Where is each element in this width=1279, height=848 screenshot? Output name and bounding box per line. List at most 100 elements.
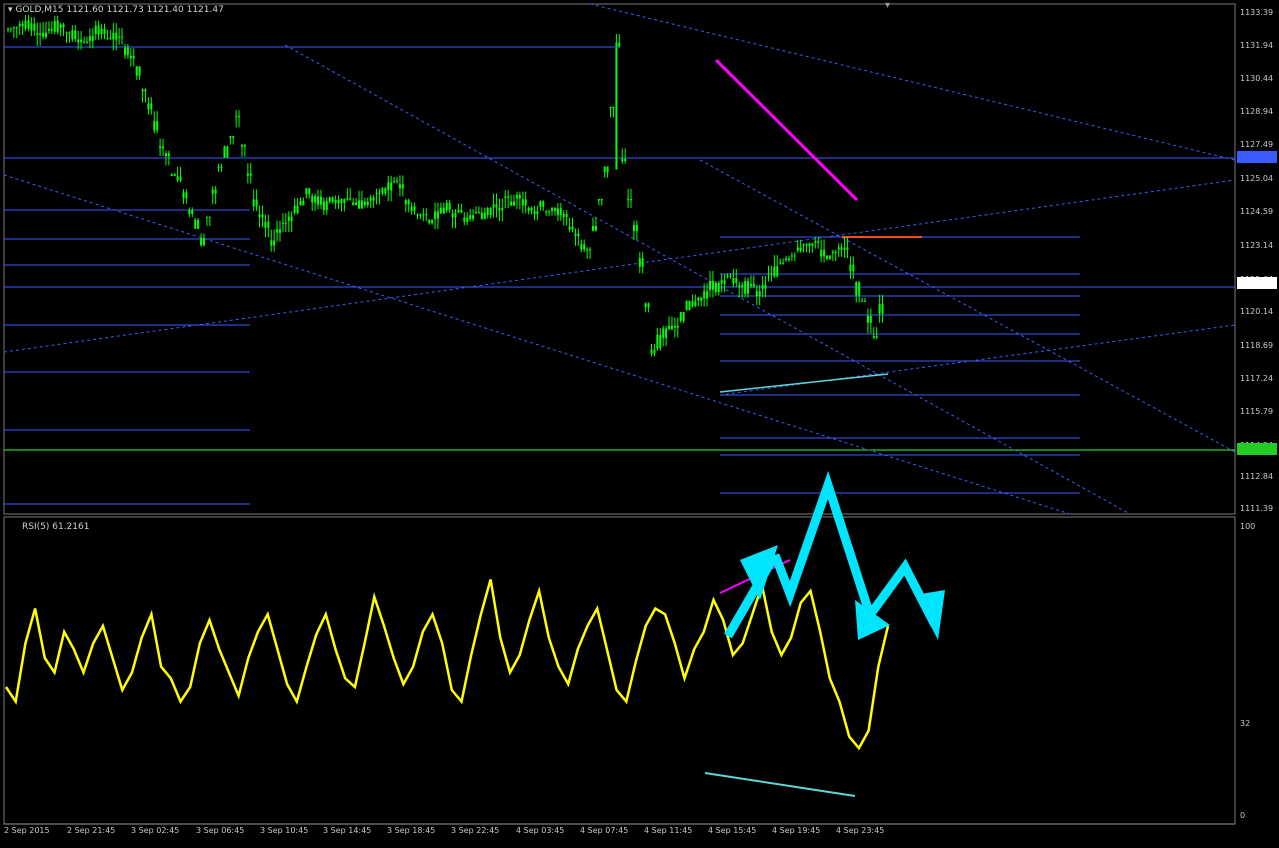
candle-body [864,300,866,302]
candle-body [261,214,264,218]
candle-body [299,200,302,206]
price-tick-label: 1124.59 [1240,207,1274,216]
candle-body [577,233,580,237]
candle-body [685,300,688,311]
rsi-axis[interactable]: 100 32 0 [1236,517,1279,824]
candle-body [656,334,659,349]
candle-body [112,32,115,40]
candle-body [574,233,577,237]
candle-body [594,226,597,231]
candle-body [463,217,466,222]
candle-body [118,36,121,38]
candle-body [223,146,226,158]
price-axis[interactable]: 1133.39 1131.94 1130.44 1128.94 1127.49 1125.… [1236,0,1279,516]
current-price-tag[interactable] [1237,277,1277,289]
candle-body [141,89,144,92]
candle-body [144,89,147,92]
candle-body [600,198,603,201]
candle-body [83,41,86,43]
candle-body [281,223,284,225]
candle-body [109,38,112,40]
time-tick-label: 2 Sep 2015 [4,826,50,835]
time-tick-label: 4 Sep 23:45 [836,826,885,835]
green-level-price-tag[interactable] [1237,443,1277,455]
candle-body [436,211,439,219]
candle-body [62,24,65,28]
time-tick-label: 4 Sep 15:45 [708,826,757,835]
candle-body [597,198,600,201]
candle-body [279,229,281,233]
time-axis[interactable]: 2 Sep 2015 2 Sep 21:45 3 Sep 02:45 3 Sep 06… [0,825,1236,844]
candle-body [88,36,91,41]
candle-body [138,66,141,76]
candle-body [296,205,299,213]
candle-body [670,325,673,330]
candle-body [527,207,530,211]
candle-body [565,214,568,218]
candle-body [706,291,709,299]
candle-body [536,211,539,215]
candle-body [220,166,223,168]
candle-body [787,258,790,261]
rsi-panel-frame [3,516,1236,825]
candle-body [21,23,24,27]
candle-body [45,32,47,37]
candle-body [714,282,717,293]
rsi-series [4,579,890,751]
chart-canvas[interactable] [0,0,1279,844]
fibonacci-lines [4,46,1235,505]
candle-body [814,241,817,243]
price-tick-label: 1111.39 [1240,504,1274,513]
candle-body [668,325,671,330]
candle-body [208,216,211,218]
candle-body [302,200,305,206]
candle-body [738,285,741,288]
candle-body [881,303,884,314]
candle-body [273,240,276,246]
candle-body [773,266,776,277]
time-tick-label: 3 Sep 10:45 [260,826,309,835]
candle-body [387,182,390,191]
close-icon[interactable]: ▾ [885,0,890,11]
candle-body [243,145,246,147]
candle-body [460,209,463,213]
ohlc-values: 1121.60 1121.73 1121.40 1121.47 [66,5,224,15]
candle-body [562,214,565,218]
candle-body [346,198,349,200]
price-tick-label: 1131.94 [1240,41,1274,50]
candle-body [489,207,492,215]
candle-body [627,199,630,201]
candle-body [284,223,287,225]
candle-body [630,199,632,201]
trading-chart[interactable]: ▾ GOLD,M15 1121.60 1121.73 1121.40 1121.… [0,0,1279,844]
candle-body [530,207,533,211]
level-price-tag[interactable] [1237,151,1277,163]
candle-body [398,184,401,189]
candle-body [410,206,413,212]
candle-body [170,174,173,176]
candle-body [869,316,872,323]
candle-body [641,258,644,267]
candle-body [861,300,864,302]
candle-body [697,297,700,301]
candle-body [39,33,42,35]
rsi-tick-label: 100 [1240,522,1256,531]
candle-body [156,121,159,131]
candle-body [255,199,258,207]
candle-body [226,146,229,158]
dropdown-triangle-icon[interactable]: ▾ [8,5,13,15]
candle-body [431,220,434,224]
candle-body [498,208,501,211]
candle-body [679,312,682,321]
candle-body [106,38,109,40]
candle-body [875,336,878,338]
candle-body [755,291,758,296]
candle-body [179,176,182,181]
candle-body [711,281,714,290]
candle-body [246,173,249,176]
candle-body [249,173,252,176]
candle-body [843,247,846,250]
candle-body [419,214,422,216]
candle-body [726,275,729,277]
candle-body [47,28,50,31]
